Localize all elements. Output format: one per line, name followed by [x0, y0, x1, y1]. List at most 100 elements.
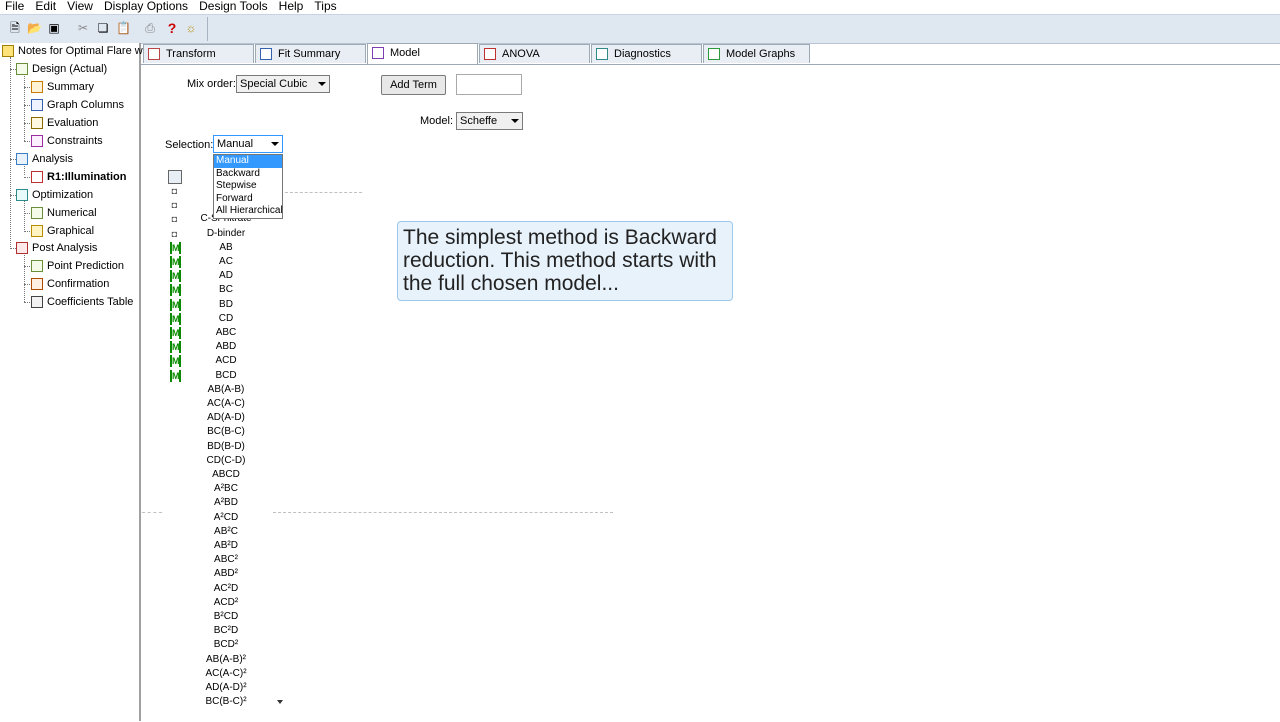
term-row[interactable]: ABC² — [166, 553, 273, 567]
lock-icon[interactable]: ◘ — [169, 185, 180, 197]
term-name: A²BD — [214, 497, 238, 509]
open-icon[interactable]: 📂 — [27, 21, 42, 35]
model-term-icon[interactable]: M — [170, 270, 181, 283]
term-row[interactable]: BC²D — [166, 624, 273, 638]
term-row[interactable]: ABCD — [166, 468, 273, 482]
term-row[interactable]: CD(C-D) — [166, 454, 273, 468]
tab-diagnostics[interactable]: Diagnostics — [591, 44, 702, 63]
term-row[interactable]: B²CD — [166, 610, 273, 624]
folder-icon — [2, 45, 14, 58]
tree-post-analysis[interactable]: Post Analysis — [16, 240, 97, 256]
term-name: AB(A-B) — [207, 383, 245, 395]
term-row[interactable]: M BCD — [166, 369, 273, 383]
tab-model[interactable]: Model — [367, 43, 478, 64]
term-row[interactable]: M AB — [166, 241, 273, 255]
tip-icon[interactable]: ☼ — [184, 21, 198, 35]
menu-help[interactable]: Help — [279, 0, 304, 13]
mix-order-select[interactable]: Special Cubic — [236, 75, 330, 93]
term-row[interactable]: M BD — [166, 298, 273, 312]
tree-graph-columns[interactable]: Graph Columns — [31, 97, 124, 113]
cut-icon[interactable]: ✂ — [76, 21, 90, 35]
option-backward[interactable]: Backward — [214, 168, 282, 181]
term-row[interactable]: M ABC — [166, 326, 273, 340]
term-row[interactable]: M AC — [166, 255, 273, 269]
tree-point-prediction[interactable]: Point Prediction — [31, 258, 124, 274]
copy-icon[interactable]: ❏ — [96, 21, 110, 35]
add-term-button[interactable]: Add Term — [381, 75, 446, 95]
term-row[interactable]: AC(A-C)² — [166, 667, 273, 681]
option-stepwise[interactable]: Stepwise — [214, 180, 282, 193]
term-row[interactable]: AB²D — [166, 539, 273, 553]
model-term-icon[interactable]: M — [170, 341, 181, 354]
term-row[interactable]: AD(A-D) — [166, 411, 273, 425]
term-row[interactable]: BCD² — [166, 638, 273, 652]
menu-edit[interactable]: Edit — [35, 0, 56, 13]
term-row[interactable]: BC(B-C)² — [166, 695, 273, 709]
tree-r1-illumination[interactable]: R1:Illumination — [31, 169, 126, 185]
tree-design[interactable]: Design (Actual) — [16, 61, 107, 77]
model-term-icon[interactable]: M — [170, 312, 181, 325]
selection-select[interactable]: Manual — [213, 135, 283, 153]
model-select[interactable]: Scheffe — [456, 112, 523, 130]
menu-file[interactable]: File — [5, 0, 24, 13]
menu-view[interactable]: View — [67, 0, 93, 13]
option-forward[interactable]: Forward — [214, 193, 282, 206]
new-icon[interactable]: 🗎 — [8, 21, 22, 35]
tree-summary[interactable]: Summary — [31, 79, 94, 95]
term-name: BCD² — [213, 639, 239, 651]
lock-icon[interactable]: ◘ — [169, 228, 180, 240]
print-icon[interactable]: ⎙ — [143, 21, 157, 35]
tree-optimization[interactable]: Optimization — [16, 187, 93, 203]
term-row[interactable]: ◘ D-binder — [166, 227, 273, 241]
tab-transform[interactable]: Transform — [143, 44, 254, 63]
menu-design-tools[interactable]: Design Tools — [199, 0, 267, 13]
model-term-icon[interactable]: M — [170, 284, 181, 297]
menu-tips[interactable]: Tips — [314, 0, 336, 13]
tree-numerical[interactable]: Numerical — [31, 205, 97, 221]
tree-coefficients-table[interactable]: Coefficients Table — [31, 294, 133, 310]
tree-confirmation[interactable]: Confirmation — [31, 276, 109, 292]
option-manual[interactable]: Manual — [214, 155, 282, 168]
help-icon[interactable]: ? — [165, 21, 179, 35]
option-all-hierarchical[interactable]: All Hierarchical — [214, 205, 283, 218]
term-row[interactable]: ABD² — [166, 567, 273, 581]
lock-icon[interactable]: ◘ — [169, 213, 180, 225]
tab-anova[interactable]: ANOVA — [479, 44, 590, 63]
term-row[interactable]: BD(B-D) — [166, 440, 273, 454]
term-row[interactable]: AD(A-D)² — [166, 681, 273, 695]
term-row[interactable]: AC²D — [166, 582, 273, 596]
term-row[interactable]: AB²C — [166, 525, 273, 539]
term-row[interactable]: A²BD — [166, 496, 273, 510]
model-term-icon[interactable]: M — [170, 241, 181, 254]
model-term-icon[interactable]: M — [170, 327, 181, 339]
term-row[interactable]: M AD — [166, 269, 273, 283]
tab-fit-summary[interactable]: Fit Summary — [255, 44, 366, 63]
model-term-icon[interactable]: M — [170, 256, 181, 268]
add-term-input[interactable] — [456, 74, 522, 95]
term-row[interactable]: ACD² — [166, 596, 273, 610]
term-row[interactable]: AC(A-C) — [166, 397, 273, 411]
scroll-down-icon[interactable] — [277, 700, 283, 704]
tree-analysis[interactable]: Analysis — [16, 151, 73, 167]
term-row[interactable]: M ACD — [166, 354, 273, 368]
menu-display-options[interactable]: Display Options — [104, 0, 188, 13]
lock-icon[interactable]: ◘ — [169, 199, 180, 211]
model-term-icon[interactable]: M — [170, 369, 181, 382]
tree-graphical[interactable]: Graphical — [31, 223, 94, 239]
term-row[interactable]: AB(A-B) — [166, 383, 273, 397]
save-icon[interactable]: ▣ — [47, 21, 61, 35]
term-row[interactable]: A²BC — [166, 482, 273, 496]
tree-evaluation[interactable]: Evaluation — [31, 115, 98, 131]
paste-icon[interactable]: 📋 — [116, 21, 131, 35]
term-row[interactable]: M BC — [166, 283, 273, 297]
term-row[interactable]: M CD — [166, 312, 273, 326]
tab-model-graphs[interactable]: Model Graphs — [703, 44, 810, 63]
term-row[interactable]: M ABD — [166, 340, 273, 354]
model-term-icon[interactable]: M — [170, 355, 181, 368]
term-row[interactable]: A²CD — [166, 511, 273, 525]
term-row[interactable]: BC(B-C) — [166, 425, 273, 439]
model-term-icon[interactable]: M — [170, 298, 181, 311]
term-row[interactable]: AB(A-B)² — [166, 653, 273, 667]
tree-constraints[interactable]: Constraints — [31, 133, 103, 149]
tree-root[interactable]: Notes for Optimal Flare wit — [2, 43, 148, 59]
